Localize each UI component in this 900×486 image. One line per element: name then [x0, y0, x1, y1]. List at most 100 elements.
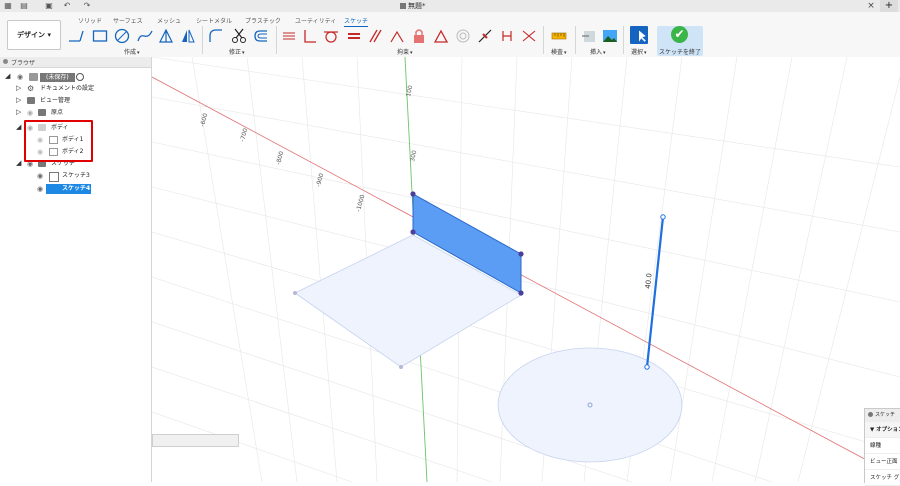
fillet-tool-icon[interactable] — [208, 28, 224, 44]
folder-icon — [27, 97, 35, 104]
selected-line — [645, 216, 665, 368]
circle-tool-icon[interactable] — [114, 28, 130, 44]
workspace-label: デザイン — [17, 31, 46, 39]
document-title-wrap: 無題* — [400, 1, 426, 11]
horizontal-scrollbar[interactable] — [152, 434, 239, 447]
eye-icon[interactable]: ◉ — [17, 74, 24, 81]
look-at-option[interactable]: ビュー正面 — [865, 454, 900, 470]
finish-sketch-button[interactable]: ✔ スケッチを終了▾ — [657, 26, 703, 63]
save-icon[interactable]: ▣ — [44, 1, 54, 11]
canvas-viewport[interactable]: 100 300 -600 -700 -800 -900 -1000 40.0 — [152, 57, 900, 482]
browser-title: ブラウザ — [11, 60, 36, 67]
group-constraints-label[interactable]: 拘束▾ — [397, 47, 413, 56]
group-create-label[interactable]: 作成▾ — [124, 47, 140, 56]
line-tool-icon[interactable] — [68, 28, 84, 44]
tab-surface[interactable]: サーフェス — [113, 16, 143, 25]
eye-icon[interactable]: ◉ — [37, 173, 44, 180]
highlight-box — [24, 120, 93, 162]
fix-lock-icon[interactable] — [411, 28, 427, 44]
tab-sketch[interactable]: スケッチ — [344, 16, 369, 27]
equal-constraint-icon[interactable] — [346, 28, 362, 44]
collapse-dot-icon[interactable] — [868, 412, 873, 417]
tangent-constraint-icon[interactable] — [323, 28, 339, 44]
dimension-label: -1000 — [355, 194, 366, 213]
linetype-option[interactable]: 線種 — [865, 438, 900, 454]
expand-triangle-icon[interactable]: ◢ — [16, 160, 23, 167]
dimension-label: -600 — [199, 112, 209, 127]
expand-triangle-icon[interactable]: ▷ — [16, 109, 23, 116]
new-tab-button[interactable]: + — [880, 0, 898, 12]
group-insert-label[interactable]: 挿入▾ — [590, 47, 606, 56]
collapse-dot-icon[interactable] — [3, 59, 8, 64]
tree-item-label: 原点 — [51, 109, 64, 116]
insert-derive-icon[interactable] — [581, 28, 597, 44]
curvature-constraint-icon[interactable] — [521, 28, 537, 44]
tree-item-label: ドキュメントの設定 — [40, 85, 95, 92]
coincident-constraint-icon[interactable] — [281, 28, 297, 44]
expand-triangle-icon[interactable]: ◢ — [16, 124, 23, 131]
parallel-constraint-icon[interactable] — [367, 28, 383, 44]
tab-plastic[interactable]: プラスチック — [245, 16, 281, 25]
browser-header[interactable]: ブラウザ — [0, 57, 151, 68]
symmetry-constraint-icon[interactable] — [389, 28, 405, 44]
sketch-icon — [49, 172, 59, 182]
tree-root-row[interactable]: ◢ ◉ (未保存) — [0, 71, 151, 83]
insert-image-icon[interactable] — [602, 28, 618, 44]
perpendicular-constraint-icon[interactable] — [302, 28, 318, 44]
palette-header[interactable]: スケッチ パ — [865, 409, 900, 431]
workspace-switcher-button[interactable]: デザイン ▾ — [7, 20, 61, 50]
sketch-palette: スケッチ パ ▼ オプション 線種 ビュー正面 スケッチ グリッ — [864, 408, 900, 486]
select-cursor-icon[interactable] — [630, 26, 648, 44]
tree-item-label: スケッチ4 — [62, 185, 91, 192]
toolbar-ribbon: デザイン ▾ ソリッド サーフェス メッシュ シートメタル プラスチック ユーテ… — [0, 12, 900, 63]
sketch-grid-option[interactable]: スケッチ グリッ — [865, 470, 900, 486]
activate-radio-icon[interactable] — [76, 73, 84, 81]
grid-menu-icon[interactable]: ▦ — [3, 1, 13, 11]
expand-triangle-icon[interactable]: ▷ — [16, 97, 23, 104]
divider — [623, 26, 624, 54]
checkmark-icon: ✔ — [671, 26, 688, 43]
eye-icon[interactable]: ◉ — [37, 186, 44, 193]
group-select-label[interactable]: 選択▾ — [631, 47, 647, 56]
options-section-header[interactable]: ▼ オプション — [865, 422, 900, 438]
collinear-constraint-icon[interactable] — [499, 28, 515, 44]
line-endpoint — [644, 364, 650, 370]
close-tab-button[interactable]: × — [863, 0, 879, 12]
divider — [575, 26, 576, 54]
tab-utility[interactable]: ユーティリティ — [295, 16, 336, 25]
offset-tool-icon[interactable] — [253, 28, 269, 44]
document-icon — [29, 73, 38, 81]
cube-icon — [400, 3, 406, 9]
mirror-tool-icon[interactable] — [180, 28, 196, 44]
document-title: 無題* — [408, 2, 426, 10]
midpoint-constraint-icon[interactable] — [477, 28, 493, 44]
chevron-down-icon: ▾ — [47, 31, 51, 39]
tree-item-document-settings[interactable]: ▷ ⚙ ドキュメントの設定 — [0, 83, 151, 95]
group-inspect-label[interactable]: 検査▾ — [551, 47, 567, 56]
trim-scissors-icon[interactable] — [231, 28, 247, 44]
expand-triangle-icon[interactable]: ▷ — [16, 85, 23, 92]
tree-item-view-management[interactable]: ▷ ビュー管理 — [0, 95, 151, 107]
triangle-constraint-icon[interactable] — [433, 28, 449, 44]
rectangle-tool-icon[interactable] — [92, 28, 108, 44]
expand-triangle-icon[interactable]: ◢ — [5, 73, 12, 80]
spline-tool-icon[interactable] — [137, 28, 153, 44]
undo-icon[interactable]: ↶ — [62, 1, 72, 11]
tab-mesh[interactable]: メッシュ — [157, 16, 181, 25]
tree-item-sketch4[interactable]: ◉ スケッチ4 — [0, 183, 151, 195]
redo-icon[interactable]: ↷ — [82, 1, 92, 11]
tree-item-sketch3[interactable]: ◉ スケッチ3 — [0, 170, 151, 182]
tab-solid[interactable]: ソリッド — [78, 16, 102, 25]
tree-item-origin[interactable]: ▷ ◉ 原点 — [0, 107, 151, 119]
file-icon[interactable]: ▤ — [19, 1, 29, 11]
group-modify-label[interactable]: 修正▾ — [229, 47, 245, 56]
line-endpoint — [660, 214, 666, 220]
concentric-constraint-icon[interactable] — [455, 28, 471, 44]
divider — [276, 26, 277, 54]
measure-ruler-icon[interactable] — [551, 28, 567, 44]
tab-sheet-metal[interactable]: シートメタル — [196, 16, 232, 25]
eye-icon[interactable]: ◉ — [27, 110, 34, 117]
triangle-tool-icon[interactable] — [158, 28, 174, 44]
browser-panel: ブラウザ ◢ ◉ (未保存) ▷ ⚙ ドキュメントの設定 ▷ ビュー管理 ▷ ◉… — [0, 57, 152, 482]
dimension-label: -700 — [239, 127, 249, 142]
